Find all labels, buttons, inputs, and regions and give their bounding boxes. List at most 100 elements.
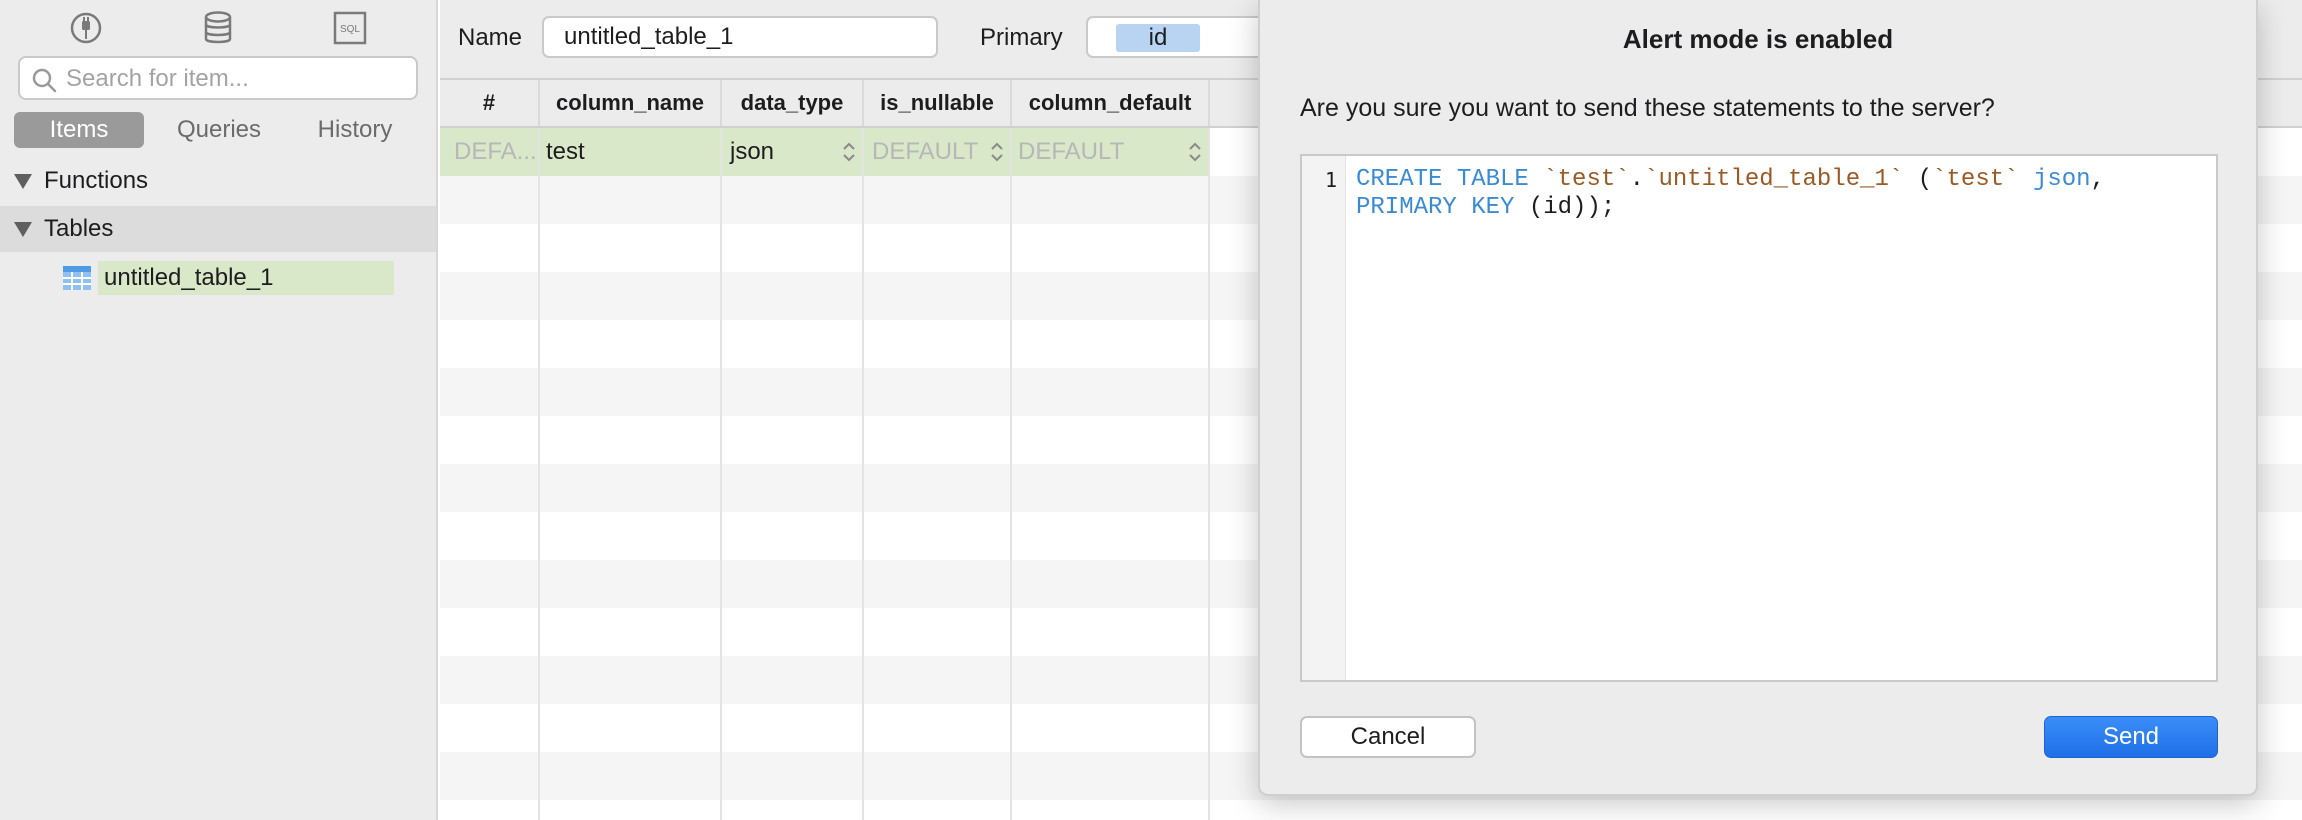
sql-code[interactable]: CREATE TABLE `test`.`untitled_table_1` (… <box>1356 166 2206 222</box>
database-icon[interactable] <box>198 8 238 48</box>
stepper-icon[interactable] <box>990 140 1004 164</box>
grid-cell[interactable] <box>540 512 722 560</box>
grid-cell[interactable] <box>1012 464 1210 512</box>
grid-cell[interactable] <box>540 464 722 512</box>
grid-cell[interactable] <box>1012 176 1210 224</box>
grid-cell[interactable] <box>540 416 722 464</box>
grid-cell[interactable] <box>722 368 864 416</box>
grid-cell[interactable] <box>1012 320 1210 368</box>
primary-key-token[interactable]: id <box>1116 24 1200 52</box>
disclosure-triangle-icon[interactable] <box>14 173 32 189</box>
grid-cell[interactable] <box>864 176 1012 224</box>
grid-cell[interactable] <box>1012 224 1210 272</box>
column-header-is-nullable[interactable]: is_nullable <box>864 80 1012 126</box>
disclosure-triangle-icon[interactable] <box>14 221 32 237</box>
grid-cell[interactable] <box>722 560 864 608</box>
cancel-button[interactable]: Cancel <box>1300 716 1476 758</box>
grid-cell[interactable] <box>440 608 540 656</box>
plug-icon[interactable] <box>66 8 106 48</box>
grid-cell[interactable] <box>722 416 864 464</box>
grid-cell[interactable] <box>864 560 1012 608</box>
grid-cell[interactable] <box>722 176 864 224</box>
stepper-icon[interactable] <box>1188 140 1202 164</box>
grid-cell[interactable] <box>440 224 540 272</box>
tree-group-tables[interactable]: Tables <box>0 206 436 252</box>
grid-cell[interactable] <box>440 368 540 416</box>
grid-cell[interactable] <box>540 320 722 368</box>
grid-cell[interactable] <box>440 752 540 800</box>
tab-history[interactable]: History <box>290 112 420 148</box>
grid-cell[interactable] <box>864 704 1012 752</box>
grid-cell[interactable] <box>864 656 1012 704</box>
tab-queries[interactable]: Queries <box>154 112 284 148</box>
column-header-column-name[interactable]: column_name <box>540 80 722 126</box>
grid-cell[interactable] <box>440 656 540 704</box>
grid-cell[interactable] <box>540 560 722 608</box>
grid-cell[interactable] <box>1012 656 1210 704</box>
grid-cell[interactable] <box>440 464 540 512</box>
grid-cell[interactable] <box>1012 512 1210 560</box>
grid-cell[interactable] <box>440 800 540 820</box>
grid-cell[interactable] <box>1012 704 1210 752</box>
grid-cell[interactable] <box>540 608 722 656</box>
table-name-input[interactable] <box>542 16 938 58</box>
cell-data-type[interactable]: json <box>722 128 864 176</box>
sql-file-icon[interactable]: SQL <box>330 8 370 48</box>
grid-cell[interactable] <box>1012 416 1210 464</box>
grid-cell[interactable] <box>722 512 864 560</box>
grid-cell[interactable] <box>722 272 864 320</box>
grid-cell[interactable] <box>440 320 540 368</box>
column-header-data-type[interactable]: data_type <box>722 80 864 126</box>
grid-cell[interactable] <box>864 512 1012 560</box>
column-header-column-default[interactable]: column_default <box>1012 80 1210 126</box>
grid-cell[interactable] <box>722 800 864 820</box>
grid-cell[interactable] <box>440 272 540 320</box>
grid-cell[interactable] <box>540 368 722 416</box>
grid-cell[interactable] <box>864 416 1012 464</box>
grid-cell[interactable] <box>1012 560 1210 608</box>
grid-cell[interactable] <box>864 464 1012 512</box>
grid-cell[interactable] <box>722 320 864 368</box>
grid-cell[interactable] <box>722 656 864 704</box>
grid-cell[interactable] <box>540 800 722 820</box>
cell-column-name[interactable]: test <box>540 128 722 176</box>
cell-column-default[interactable]: DEFAULT <box>1012 128 1210 176</box>
grid-cell[interactable] <box>1012 272 1210 320</box>
grid-cell[interactable] <box>722 752 864 800</box>
search-box[interactable] <box>18 56 418 100</box>
grid-cell[interactable] <box>440 512 540 560</box>
grid-cell[interactable] <box>540 752 722 800</box>
search-input[interactable] <box>66 64 406 94</box>
tree-item-table[interactable]: untitled_table_1 <box>62 260 394 296</box>
grid-cell[interactable] <box>440 416 540 464</box>
grid-cell[interactable] <box>864 224 1012 272</box>
grid-cell[interactable] <box>1012 752 1210 800</box>
grid-cell[interactable] <box>864 320 1012 368</box>
grid-cell[interactable] <box>722 224 864 272</box>
grid-cell[interactable] <box>440 560 540 608</box>
grid-cell[interactable] <box>540 224 722 272</box>
primary-key-field[interactable]: id <box>1086 16 1286 58</box>
grid-cell[interactable] <box>540 176 722 224</box>
table-row[interactable] <box>440 800 2302 820</box>
grid-cell[interactable] <box>864 608 1012 656</box>
grid-cell[interactable] <box>1012 800 1210 820</box>
cell-is-nullable[interactable]: DEFAULT <box>864 128 1012 176</box>
sql-preview-editor[interactable]: 1 CREATE TABLE `test`.`untitled_table_1`… <box>1300 154 2218 682</box>
grid-cell[interactable] <box>864 800 1012 820</box>
stepper-icon[interactable] <box>842 140 856 164</box>
grid-cell[interactable] <box>864 368 1012 416</box>
grid-cell[interactable] <box>540 704 722 752</box>
grid-cell[interactable] <box>440 704 540 752</box>
grid-cell[interactable] <box>864 752 1012 800</box>
grid-cell[interactable] <box>1012 368 1210 416</box>
send-button[interactable]: Send <box>2044 716 2218 758</box>
column-header-index[interactable]: # <box>440 80 540 126</box>
tree-group-functions[interactable]: Functions <box>0 158 436 204</box>
grid-cell[interactable] <box>864 272 1012 320</box>
grid-cell[interactable] <box>1012 608 1210 656</box>
cell-index[interactable]: DEFA... <box>440 128 540 176</box>
grid-cell[interactable] <box>540 272 722 320</box>
grid-cell[interactable] <box>440 176 540 224</box>
tab-items[interactable]: Items <box>14 112 144 148</box>
